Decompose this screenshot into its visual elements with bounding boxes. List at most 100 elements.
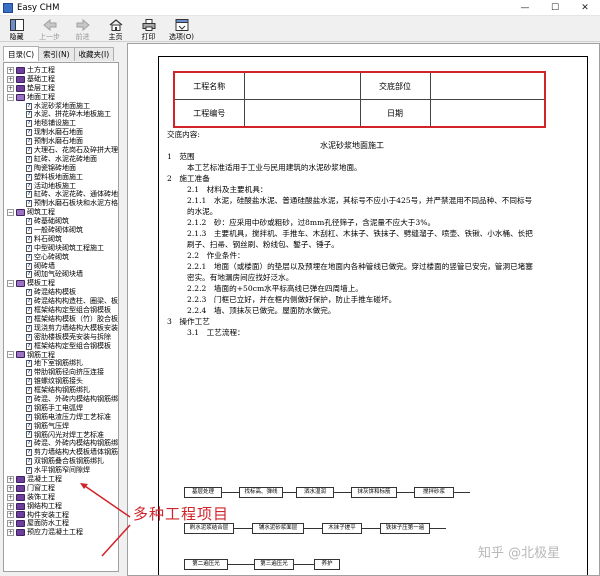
expand-icon[interactable]: +	[7, 484, 14, 492]
collapse-icon[interactable]: −	[7, 351, 14, 359]
tree-topic[interactable]: ? 砖混、外砖内模结构钢筋绑	[4, 439, 118, 448]
print-button[interactable]: 打印	[132, 16, 165, 42]
tree-folder[interactable]: + 预应力混凝土工程	[4, 528, 118, 537]
back-label: 上一步	[39, 33, 60, 41]
tree-topic[interactable]: ? 地毯铺设施工	[4, 119, 118, 128]
help-page-icon: ?	[26, 244, 32, 252]
tree-folder[interactable]: + 混凝土工程	[4, 475, 118, 484]
tree-topic[interactable]: ? 砖基础砌筑	[4, 217, 118, 226]
expand-icon[interactable]: +	[7, 75, 14, 83]
tree-topic[interactable]: ? 塑料板地面施工	[4, 173, 118, 182]
annotation-text: 多种工程项目	[133, 505, 230, 523]
collapse-icon[interactable]: −	[7, 93, 14, 101]
tree-topic[interactable]: ? 中型砌块砌筑工程施工	[4, 244, 118, 253]
tree-topic[interactable]: ? 现制水磨石地面	[4, 128, 118, 137]
tree-folder[interactable]: − 地面工程	[4, 93, 118, 102]
tree-item-label: 剪力墙结构大模板墙体钢筋	[34, 448, 118, 457]
section-paragraph: 2.1.3 主要机具，搅拌机、手推车、木刮杠、木抹子、铁抹子、劈缝溜子、喷壶、铁…	[187, 229, 533, 249]
expand-icon[interactable]: +	[7, 529, 14, 537]
help-page-icon: ?	[26, 200, 32, 208]
tree-folder[interactable]: + 屋面防水工程	[4, 519, 118, 528]
expand-icon[interactable]: +	[7, 66, 14, 74]
section-paragraph: 3.1 工艺流程：	[187, 328, 245, 337]
help-page-icon: ?	[26, 164, 32, 172]
tree-topic[interactable]: ? 砖混、外砖内模结构钢筋绑	[4, 395, 118, 404]
tree-folder[interactable]: + 土方工程	[4, 66, 118, 75]
tree-topic[interactable]: ? 空心砖砌筑	[4, 253, 118, 262]
tree-topic[interactable]: ? 框架结构模板（竹）胶合板模	[4, 315, 118, 324]
tree-item-label: 料石砌筑	[34, 234, 62, 243]
tree-topic[interactable]: ? 剪力墙结构大模板墙体钢筋	[4, 448, 118, 457]
document-viewport[interactable]: 工程名称 交底部位 工程编号 日期 交底内容: 水泥砂浆地面施工 1 范围 本工艺…	[128, 44, 599, 575]
tree-topic[interactable]: ? 密肋楼板模壳安装与拆除	[4, 333, 118, 342]
expand-icon[interactable]: +	[7, 520, 14, 528]
expand-icon[interactable]: +	[7, 84, 14, 92]
tree-topic[interactable]: ? 大理石、花岗石及碎拼大理石	[4, 146, 118, 155]
expand-icon[interactable]: +	[7, 475, 14, 483]
forward-button[interactable]: 前进	[66, 16, 99, 42]
tree-topic[interactable]: ? 双钢筋叠合板钢筋绑扎	[4, 457, 118, 466]
tree-topic[interactable]: ? 带肋钢筋径向挤压连接	[4, 368, 118, 377]
tree-topic[interactable]: ? 料石砌筑	[4, 235, 118, 244]
tree-topic[interactable]: ? 框架结构定型组合钢模板	[4, 306, 118, 315]
tree-item-label: 砌砖墙	[34, 261, 55, 270]
tree-topic[interactable]: ? 活动地板施工	[4, 182, 118, 191]
tree-folder[interactable]: + 垫层工程	[4, 84, 118, 93]
tree-topic[interactable]: ? 砌加气砼砌块墙	[4, 270, 118, 279]
tree-topic[interactable]: ? 框架结构定型组合钢模板	[4, 342, 118, 351]
expand-icon[interactable]: +	[7, 511, 14, 519]
hide-button[interactable]: 隐藏	[0, 16, 33, 42]
tree-item-label: 大理石、花岗石及碎拼大理石	[34, 146, 118, 155]
tree-item-label: 水泥砂浆地面施工	[34, 101, 90, 110]
back-button[interactable]: 上一步	[33, 16, 66, 42]
tree-topic[interactable]: ? 缸砖、水泥花砖地面	[4, 155, 118, 164]
tree-topic[interactable]: ? 水平钢筋窄间隙焊	[4, 466, 118, 475]
tree-folder[interactable]: − 模板工程	[4, 279, 118, 288]
tree-topic[interactable]: ? 锥螺纹钢筋接头	[4, 377, 118, 386]
tree-folder[interactable]: + 基础工程	[4, 75, 118, 84]
tree-topic[interactable]: ? 钢筋闪光对焊工艺标准	[4, 431, 118, 440]
tree-folder[interactable]: + 装饰工程	[4, 493, 118, 502]
tree-topic[interactable]: ? 陶瓷锦砖地面	[4, 164, 118, 173]
minimize-button[interactable]: —	[510, 0, 540, 16]
home-button[interactable]: 主页	[99, 16, 132, 42]
tab-contents[interactable]: 目录(C)	[3, 46, 40, 61]
tree-folder[interactable]: + 钢结构工程	[4, 502, 118, 511]
expand-icon[interactable]: +	[7, 493, 14, 501]
tree-folder[interactable]: − 钢筋工程	[4, 351, 118, 360]
tree-topic[interactable]: ? 钢筋手工电弧焊	[4, 404, 118, 413]
tree-topic[interactable]: ? 缸砖、水泥花砖、通体砖地	[4, 190, 118, 199]
tree-topic[interactable]: ? 现浇剪力墙结构大模板安装	[4, 324, 118, 333]
tree-folder[interactable]: + 构件安装工程	[4, 511, 118, 520]
tree-topic[interactable]: ? 砖混结构构造柱、圈梁、板	[4, 297, 118, 306]
tab-index[interactable]: 索引(N)	[38, 47, 75, 61]
tab-favorites[interactable]: 收藏夹(I)	[73, 47, 115, 61]
section-heading: 1 范围	[167, 152, 195, 161]
tree-topic[interactable]: ? 预制水磨石地面	[4, 137, 118, 146]
document-sections: 1 范围 本工艺标准适用于工业与民用建筑的水泥砂浆地面。 2 施工准备 2.1 材料及…	[167, 151, 537, 338]
tree-topic[interactable]: ? 预制水磨石板块和水泥方格砖	[4, 199, 118, 208]
expand-icon[interactable]: +	[7, 502, 14, 510]
close-button[interactable]: ✕	[570, 0, 600, 16]
tree-topic[interactable]: ? 钢筋电渣压力焊工艺标准	[4, 413, 118, 422]
tree-topic[interactable]: ? 地下室钢筋绑扎	[4, 359, 118, 368]
tree-topic[interactable]: ? 框架结构钢筋绑扎	[4, 386, 118, 395]
tree-item-label: 基础工程	[27, 74, 55, 83]
tree-topic[interactable]: ? 水泥、拼花碎木地板施工	[4, 110, 118, 119]
tree-folder[interactable]: + 门窗工程	[4, 484, 118, 493]
tree-topic[interactable]: ? 水泥砂浆地面施工	[4, 102, 118, 111]
tree-item-label: 水泥、拼花碎木地板施工	[34, 110, 111, 119]
tree-topic[interactable]: ? 砖混结构模板	[4, 288, 118, 297]
toolbar: 隐藏 上一步 前进 主页 打印 选项(O)	[0, 16, 600, 42]
maximize-button[interactable]: ☐	[540, 0, 570, 16]
contents-tree[interactable]: + 土方工程 + 基础工程 + 垫层工程 − 地面工程? 水泥砂浆地面施工? 水泥、拼花碎木地板施…	[3, 62, 119, 572]
flow-connector	[397, 492, 414, 493]
tree-folder[interactable]: − 砌筑工程	[4, 208, 118, 217]
collapse-icon[interactable]: −	[7, 209, 14, 217]
collapse-icon[interactable]: −	[7, 280, 14, 288]
section-paragraph: 2.2.4 墙、顶抹灰已做完。屋面防水做完。	[187, 306, 336, 315]
tree-topic[interactable]: ? 钢筋气压焊	[4, 422, 118, 431]
options-button[interactable]: 选项(O)	[165, 16, 198, 42]
tree-topic[interactable]: ? 一般砖砌体砌筑	[4, 226, 118, 235]
tree-topic[interactable]: ? 砌砖墙	[4, 262, 118, 271]
